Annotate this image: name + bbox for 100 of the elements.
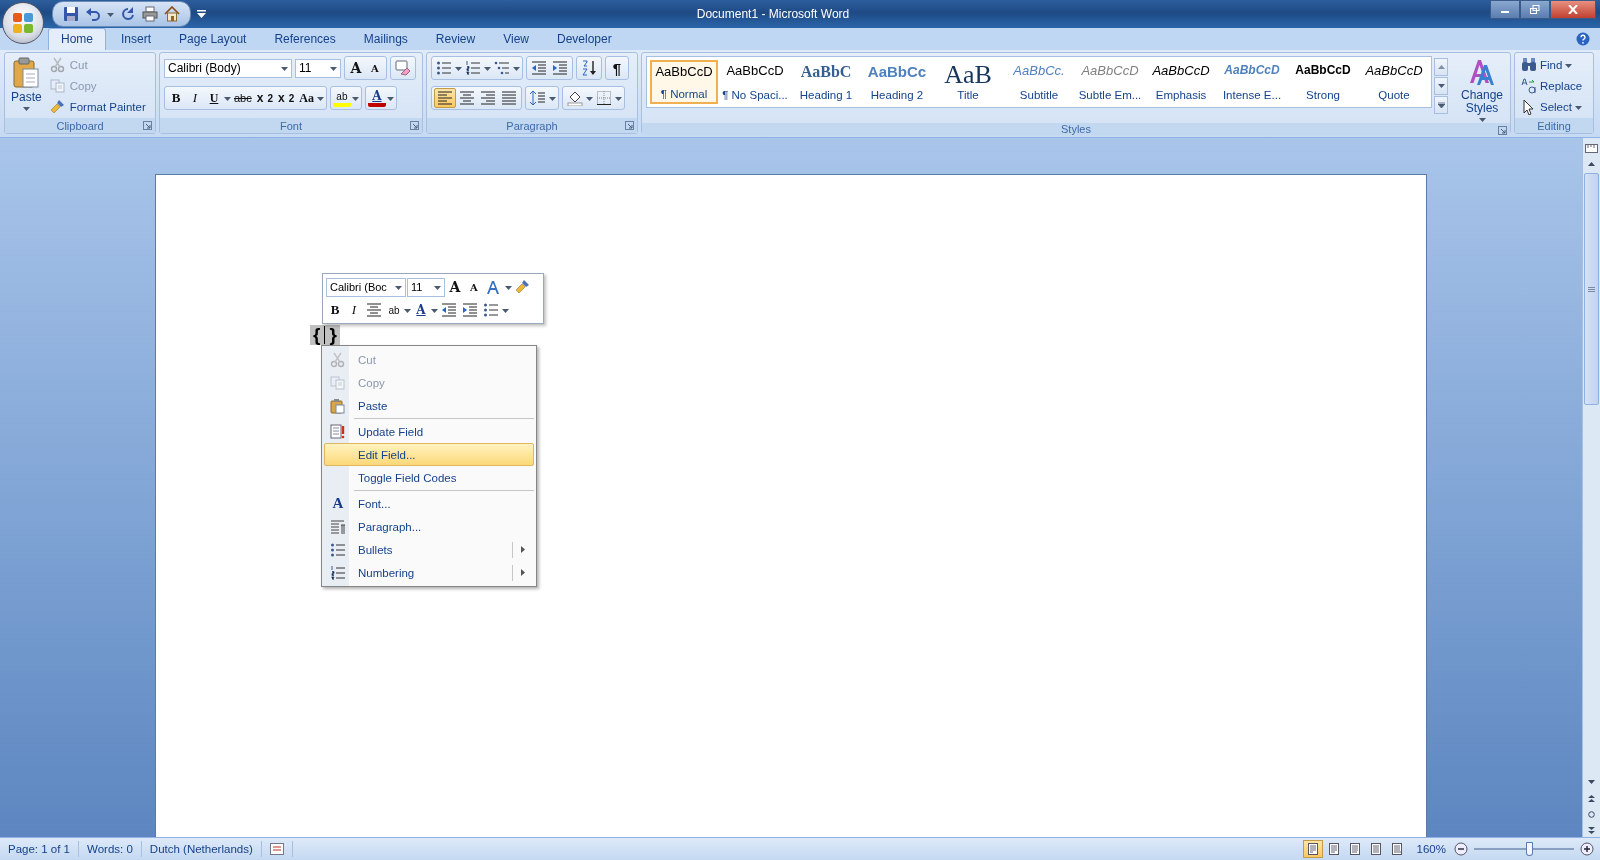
ruler-toggle-icon[interactable] — [1585, 142, 1598, 155]
shrink-font-button[interactable]: A — [465, 277, 483, 297]
style-tile[interactable]: AaBbCc Heading 2 — [863, 60, 931, 104]
caret-icon[interactable] — [404, 307, 411, 313]
dialog-launcher-icon[interactable] — [625, 121, 634, 130]
style-tile[interactable]: AaBbCcD Emphasis — [1147, 60, 1215, 104]
font-size-field[interactable]: 11 — [295, 58, 341, 78]
status-text[interactable]: Dutch (Netherlands) — [141, 841, 262, 857]
style-tile[interactable]: AaBbCcD Subtle Em... — [1076, 60, 1144, 104]
style-tile[interactable]: AaBbCc. Subtitle — [1005, 60, 1073, 104]
view-button[interactable] — [1302, 840, 1323, 858]
editing-button[interactable]: Replace — [1519, 77, 1585, 95]
numbering-button[interactable] — [463, 58, 483, 78]
italic-button[interactable]: I — [345, 300, 363, 320]
decrease-indent-button[interactable] — [439, 300, 459, 320]
gallery-more-button[interactable] — [1434, 96, 1448, 114]
align-right-button[interactable] — [478, 88, 498, 108]
show-formatting-button[interactable]: ¶ — [608, 58, 626, 78]
ribbon-tab[interactable]: Review — [422, 28, 489, 50]
caret-icon[interactable] — [351, 95, 359, 101]
caret-icon[interactable] — [455, 65, 462, 71]
save-icon[interactable] — [63, 6, 79, 22]
menu-item[interactable]: Update Field — [324, 420, 534, 443]
dialog-launcher-icon[interactable] — [143, 121, 152, 130]
decrease-indent-button[interactable] — [529, 58, 549, 78]
menu-item[interactable]: Paste — [324, 394, 534, 417]
style-tile[interactable]: AaBbC Heading 1 — [792, 60, 860, 104]
center-button[interactable] — [457, 88, 477, 108]
caret-icon[interactable] — [502, 307, 509, 313]
grow-font-button[interactable]: A — [347, 58, 365, 78]
highlight-button[interactable]: ab — [332, 89, 351, 107]
menu-item[interactable]: Bullets — [324, 538, 534, 561]
caret-icon[interactable] — [484, 65, 491, 71]
status-text[interactable]: Words: 0 — [79, 841, 142, 857]
ribbon-tab[interactable]: Developer — [543, 28, 625, 50]
caret-icon[interactable] — [316, 95, 324, 101]
caret-icon[interactable] — [586, 95, 593, 101]
help-icon[interactable] — [1576, 32, 1590, 46]
office-button[interactable] — [2, 2, 44, 44]
proofing-icon[interactable] — [269, 843, 284, 855]
style-tile[interactable]: AaBbCcD Strong — [1289, 60, 1357, 104]
zoom-slider-thumb[interactable] — [1526, 842, 1533, 856]
caret-icon[interactable] — [107, 11, 114, 17]
house-icon[interactable] — [164, 6, 180, 22]
increase-indent-button[interactable] — [460, 300, 480, 320]
ribbon-tab[interactable]: View — [490, 28, 542, 50]
format-button[interactable]: abc — [232, 88, 254, 108]
menu-item[interactable]: Paragraph... — [324, 515, 534, 538]
ribbon-tab[interactable]: Insert — [108, 28, 165, 50]
dialog-launcher-icon[interactable] — [1498, 126, 1507, 135]
customize-caret-icon[interactable] — [197, 10, 206, 18]
dialog-launcher-icon[interactable] — [410, 121, 419, 130]
undo-icon[interactable] — [85, 6, 101, 22]
change-styles-button[interactable]: Change Styles — [1450, 56, 1514, 123]
style-tile[interactable]: AaBbCcD ¶ No Spaci... — [721, 60, 789, 104]
scrollbar-thumb[interactable] — [1584, 173, 1599, 405]
format-button[interactable]: I — [186, 88, 204, 108]
font-color-button[interactable]: A — [412, 300, 430, 320]
shrink-font-button[interactable]: A — [366, 58, 384, 78]
ribbon-tab[interactable]: References — [261, 28, 349, 50]
caret-icon[interactable] — [513, 65, 520, 71]
zoom-in-icon[interactable] — [1580, 842, 1594, 856]
increase-indent-button[interactable] — [550, 58, 570, 78]
clipboard-button[interactable]: Format Painter — [47, 98, 148, 116]
printer-icon[interactable] — [142, 6, 158, 22]
restore-button[interactable] — [1520, 0, 1550, 19]
editing-button[interactable]: Select — [1519, 98, 1585, 116]
redo-icon[interactable] — [120, 6, 136, 22]
style-tile[interactable]: AaBbCcD Intense E... — [1218, 60, 1286, 104]
align-left-button[interactable] — [434, 88, 456, 108]
zoom-level[interactable]: 160% — [1416, 843, 1446, 855]
menu-item[interactable]: Edit Field... — [324, 443, 534, 466]
caret-icon[interactable] — [615, 95, 622, 101]
font-name-field[interactable]: Calibri (Boc — [326, 277, 406, 297]
menu-item[interactable]: A Font... — [324, 492, 534, 515]
ribbon-tab[interactable]: Mailings — [350, 28, 421, 50]
bold-button[interactable]: B — [326, 300, 344, 320]
borders-button[interactable] — [594, 88, 614, 108]
caret-icon[interactable] — [431, 307, 438, 313]
caret-icon[interactable] — [549, 95, 556, 101]
caret-icon[interactable] — [224, 95, 231, 101]
paste-button[interactable]: Paste — [9, 56, 44, 112]
ribbon-tab[interactable]: Page Layout — [166, 28, 260, 50]
ribbon-tab[interactable]: Home — [48, 28, 106, 50]
zoom-out-icon[interactable] — [1454, 842, 1468, 856]
gallery-down-button[interactable] — [1434, 77, 1448, 95]
menu-item[interactable]: Numbering — [324, 561, 534, 584]
justify-button[interactable] — [499, 88, 519, 108]
style-tile[interactable]: AaBbCcD ¶ Normal — [650, 60, 718, 104]
grow-font-button[interactable]: A — [446, 277, 464, 297]
menu-item[interactable]: Toggle Field Codes — [324, 466, 534, 489]
gallery-up-button[interactable] — [1434, 58, 1448, 76]
font-color-button[interactable]: A — [367, 89, 386, 107]
status-text[interactable]: Page: 1 of 1 — [0, 841, 80, 857]
format-button[interactable]: Aa — [297, 88, 316, 108]
caret-icon[interactable] — [505, 284, 512, 290]
style-tile[interactable]: AaB Title — [934, 60, 1002, 104]
center-button[interactable] — [364, 300, 384, 320]
minimize-button[interactable] — [1490, 0, 1520, 19]
editing-button[interactable]: Find — [1519, 56, 1585, 74]
